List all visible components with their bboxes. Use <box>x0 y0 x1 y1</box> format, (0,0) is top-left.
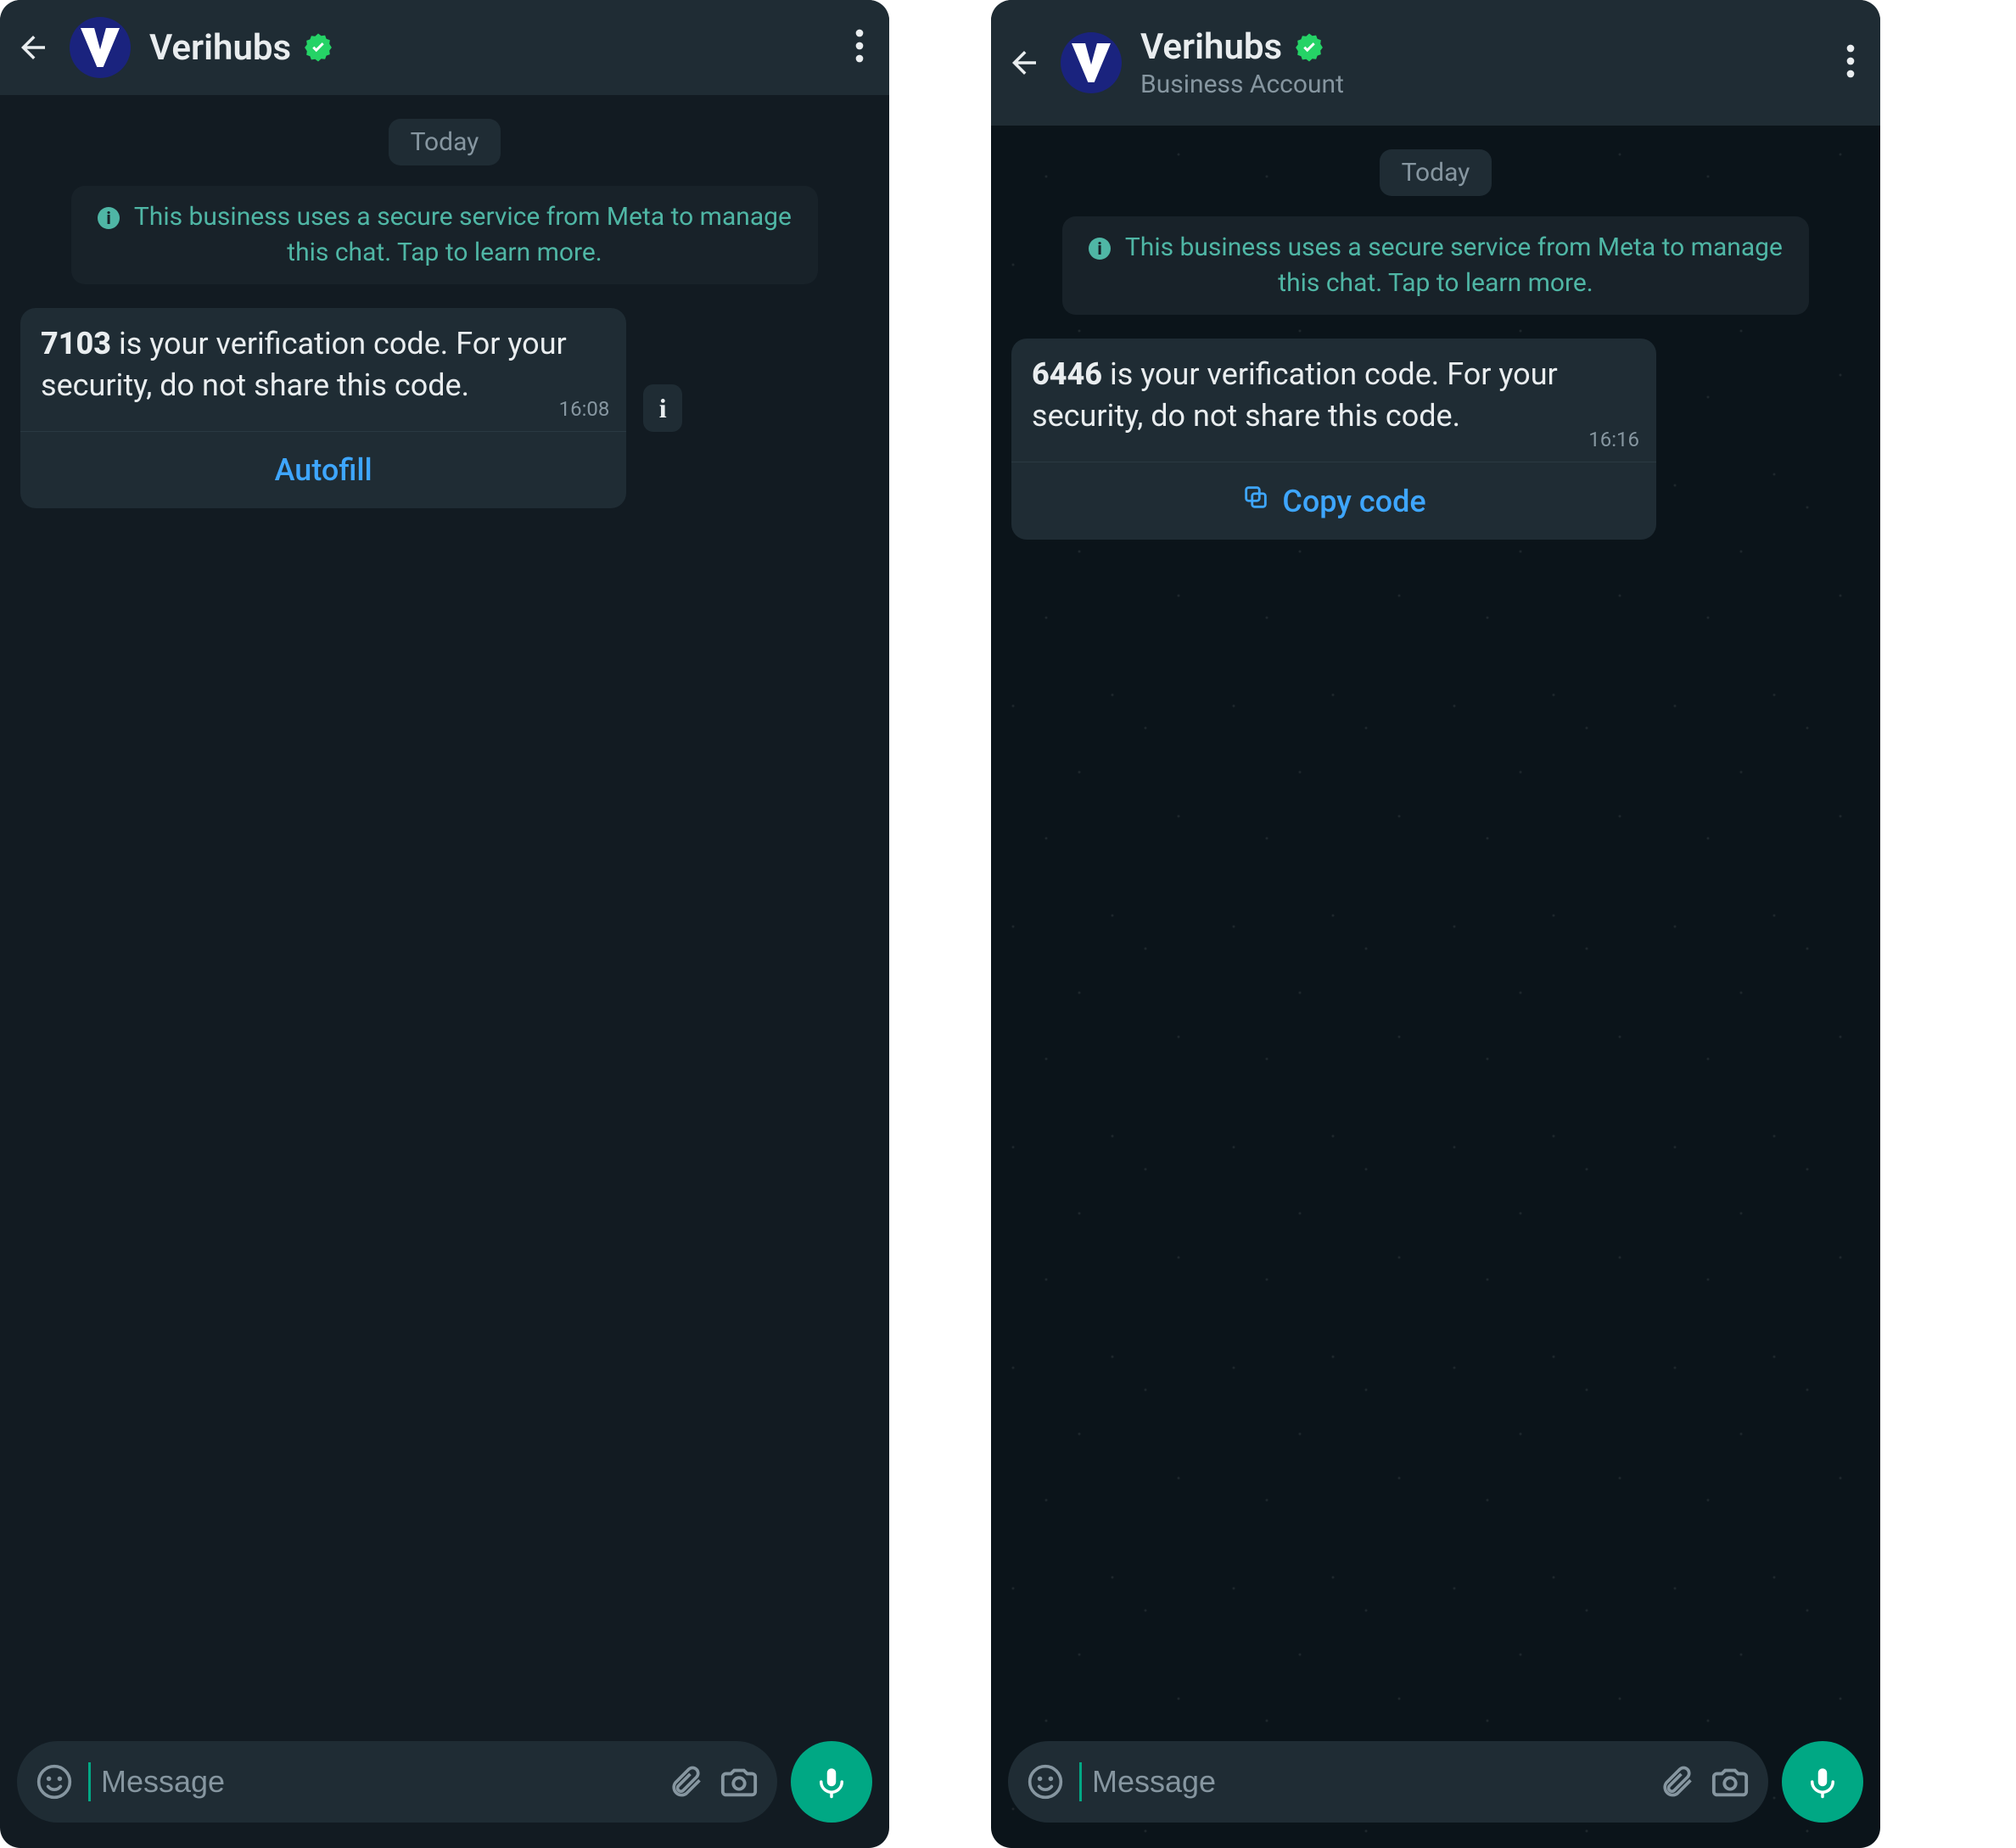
action-label: Autofill <box>275 452 372 488</box>
phone-chat-left: Verihubs Today i This business uses a se… <box>0 0 889 1848</box>
copy-icon <box>1241 483 1270 519</box>
text-cursor <box>88 1762 91 1801</box>
chat-avatar[interactable] <box>70 17 131 78</box>
chat-subtitle: Business Account <box>1140 70 1819 99</box>
message-text: 7103 is your verification code. For your… <box>41 323 606 423</box>
phone-chat-right: Verihubs Business Account Today i This b… <box>991 0 1880 1848</box>
mic-button[interactable] <box>791 1741 872 1823</box>
input-pill[interactable] <box>17 1741 777 1823</box>
more-options-button[interactable] <box>847 20 872 75</box>
chat-body[interactable]: Today i This business uses a secure serv… <box>0 95 889 1726</box>
composer <box>991 1726 1880 1848</box>
system-notice-text: This business uses a secure service from… <box>134 202 792 267</box>
chat-header[interactable]: Verihubs Business Account <box>991 0 1880 126</box>
message-rest: is your verification code. For your secu… <box>41 326 567 403</box>
camera-icon[interactable] <box>1711 1762 1750 1801</box>
info-icon: i <box>98 207 120 229</box>
message-bubble[interactable]: 7103 is your verification code. For your… <box>20 308 626 508</box>
composer <box>0 1726 889 1848</box>
emoji-icon[interactable] <box>36 1763 73 1800</box>
text-cursor <box>1079 1762 1082 1801</box>
verified-badge-icon <box>1294 32 1324 63</box>
info-icon: i <box>1089 238 1111 260</box>
chat-header[interactable]: Verihubs <box>0 0 889 95</box>
back-button[interactable] <box>15 30 51 65</box>
verification-code: 6446 <box>1032 356 1102 392</box>
chat-body[interactable]: Today i This business uses a secure serv… <box>991 126 1880 1726</box>
action-label: Copy code <box>1282 484 1425 519</box>
date-chip: Today <box>1380 149 1492 196</box>
system-notice[interactable]: i This business uses a secure service fr… <box>1062 216 1809 315</box>
copy-code-button[interactable]: Copy code <box>1011 462 1656 540</box>
message-bubble[interactable]: 6446 is your verification code. For your… <box>1011 339 1656 540</box>
mic-button[interactable] <box>1782 1741 1863 1823</box>
more-options-button[interactable] <box>1838 36 1863 90</box>
verification-code: 7103 <box>41 326 111 361</box>
camera-icon[interactable] <box>720 1762 759 1801</box>
attach-icon[interactable] <box>667 1763 704 1800</box>
message-rest: is your verification code. For your secu… <box>1032 356 1558 434</box>
message-text: 6446 is your verification code. For your… <box>1032 354 1636 453</box>
message-input[interactable] <box>1092 1764 1643 1800</box>
input-pill[interactable] <box>1008 1741 1768 1823</box>
chat-title[interactable]: Verihubs <box>1140 26 1282 68</box>
message-info-button[interactable]: i <box>643 384 682 432</box>
chat-title[interactable]: Verihubs <box>149 27 291 69</box>
attach-icon[interactable] <box>1658 1763 1695 1800</box>
verified-badge-icon <box>303 32 333 63</box>
back-button[interactable] <box>1006 45 1042 81</box>
system-notice-text: This business uses a secure service from… <box>1125 232 1783 298</box>
emoji-icon[interactable] <box>1027 1763 1064 1800</box>
system-notice[interactable]: i This business uses a secure service fr… <box>71 186 818 284</box>
message-input[interactable] <box>101 1764 652 1800</box>
autofill-button[interactable]: Autofill <box>20 432 626 508</box>
chat-avatar[interactable] <box>1061 32 1122 93</box>
message-time: 16:08 <box>559 397 610 421</box>
date-chip: Today <box>389 119 501 165</box>
message-time: 16:16 <box>1588 428 1639 451</box>
